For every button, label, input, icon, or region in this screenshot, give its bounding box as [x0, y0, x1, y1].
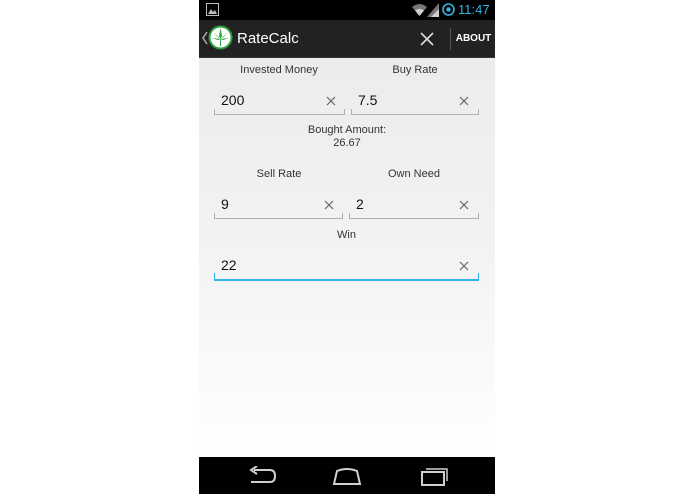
app-title: RateCalc — [237, 30, 299, 47]
clear-win-icon[interactable] — [459, 261, 469, 271]
buy-rate-field[interactable] — [351, 87, 479, 115]
win-label: Win — [337, 229, 356, 241]
status-clock: 11:47 — [458, 2, 490, 17]
clear-own-need-icon[interactable] — [459, 200, 469, 210]
phone-screen: 11:47 RateCalc ABOUT Invested Money Buy … — [199, 0, 495, 494]
bought-amount-value: 26.67 — [333, 137, 361, 149]
win-field[interactable] — [214, 252, 479, 281]
invested-money-field[interactable] — [214, 87, 345, 115]
buy-rate-label: Buy Rate — [392, 64, 438, 76]
home-icon[interactable] — [332, 466, 362, 486]
back-icon[interactable] — [245, 466, 277, 486]
bought-amount-label: Bought Amount: — [307, 124, 387, 136]
clear-invested-money-icon[interactable] — [326, 96, 336, 106]
own-need-field[interactable] — [349, 191, 479, 219]
calculator-form: Invested Money Buy Rate Bought Amount: 2… — [199, 58, 495, 457]
sell-rate-input[interactable] — [221, 196, 301, 212]
signal-icon — [427, 3, 439, 17]
about-button[interactable]: ABOUT — [452, 20, 495, 57]
status-bar: 11:47 — [199, 0, 495, 20]
cannabis-leaf-logo[interactable] — [208, 25, 233, 50]
sell-rate-label: Sell Rate — [256, 168, 302, 180]
invested-money-input[interactable] — [221, 92, 301, 108]
buy-rate-input[interactable] — [358, 92, 438, 108]
close-icon[interactable] — [418, 30, 436, 48]
wifi-icon — [412, 4, 427, 16]
invested-money-label: Invested Money — [240, 64, 318, 76]
recent-apps-icon[interactable] — [420, 465, 448, 487]
action-bar-divider — [450, 28, 451, 50]
clear-buy-rate-icon[interactable] — [459, 96, 469, 106]
action-bar: RateCalc ABOUT — [199, 20, 495, 58]
navigation-bar — [199, 457, 495, 494]
sync-icon — [442, 3, 455, 16]
win-input[interactable] — [221, 257, 301, 273]
sell-rate-field[interactable] — [214, 191, 343, 219]
own-need-label: Own Need — [388, 168, 440, 180]
gallery-icon — [206, 3, 219, 16]
own-need-input[interactable] — [356, 196, 436, 212]
clear-sell-rate-icon[interactable] — [324, 200, 334, 210]
